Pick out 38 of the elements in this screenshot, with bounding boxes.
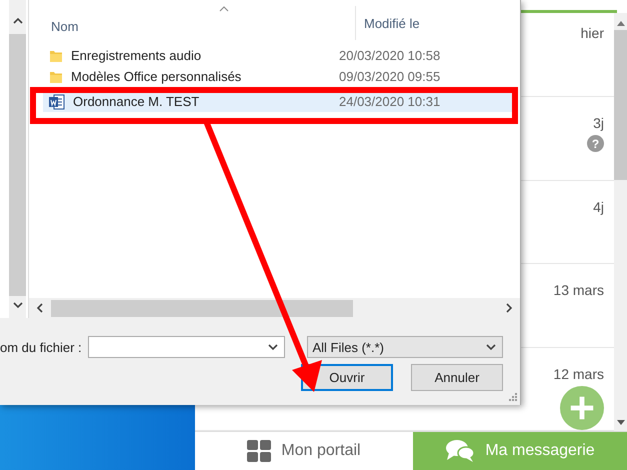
resize-grip-icon[interactable] <box>509 393 517 401</box>
message-date: 4j <box>593 198 604 215</box>
file-row[interactable]: Ordonnance M. TEST 24/03/2020 10:31 <box>43 91 515 112</box>
chevron-down-icon[interactable] <box>268 342 278 352</box>
chevron-down-icon[interactable] <box>486 342 496 352</box>
vertical-scrollbar[interactable] <box>9 0 26 318</box>
file-name: Enregistrements audio <box>71 48 202 63</box>
chat-bubbles-icon <box>445 439 476 463</box>
folder-icon <box>49 70 63 84</box>
filename-field[interactable] <box>88 336 286 358</box>
file-type-dropdown[interactable]: All Files (*.*) <box>307 336 503 358</box>
file-row[interactable]: Enregistrements audio 20/03/2020 10:58 <box>43 45 515 66</box>
vertical-scrollbar[interactable] <box>614 13 627 431</box>
file-row[interactable]: Modèles Office personnalisés 09/03/2020 09:55 <box>43 66 515 87</box>
chevron-up-icon[interactable] <box>12 16 22 26</box>
file-date: 09/03/2020 09:55 <box>339 69 440 84</box>
filename-label: om du fichier : <box>0 340 80 354</box>
chevron-left-icon[interactable] <box>35 303 45 313</box>
help-icon: ? <box>587 135 604 152</box>
file-name: Ordonnance M. TEST <box>73 94 200 109</box>
file-date: 24/03/2020 10:31 <box>339 94 440 109</box>
document-icon <box>49 94 65 110</box>
message-date: 13 mars <box>553 282 604 298</box>
grid-icon <box>247 440 272 462</box>
file-name: Modèles Office personnalisés <box>71 69 242 84</box>
message-date: 3j <box>593 115 604 132</box>
horizontal-scrollbar[interactable] <box>29 298 520 318</box>
message-date: 12 mars <box>553 366 604 382</box>
column-header[interactable]: Modifié le <box>355 6 420 40</box>
chevron-right-icon[interactable] <box>504 303 514 313</box>
file-date: 20/03/2020 10:58 <box>339 48 440 63</box>
plus-icon <box>570 396 594 420</box>
message-date: hier <box>580 25 604 41</box>
dialog-button[interactable]: Annuler <box>411 364 503 391</box>
sort-caret-icon <box>219 6 229 12</box>
chevron-down-icon[interactable] <box>12 300 22 310</box>
column-header[interactable]: Nom <box>29 19 355 34</box>
folder-icon <box>49 48 63 62</box>
